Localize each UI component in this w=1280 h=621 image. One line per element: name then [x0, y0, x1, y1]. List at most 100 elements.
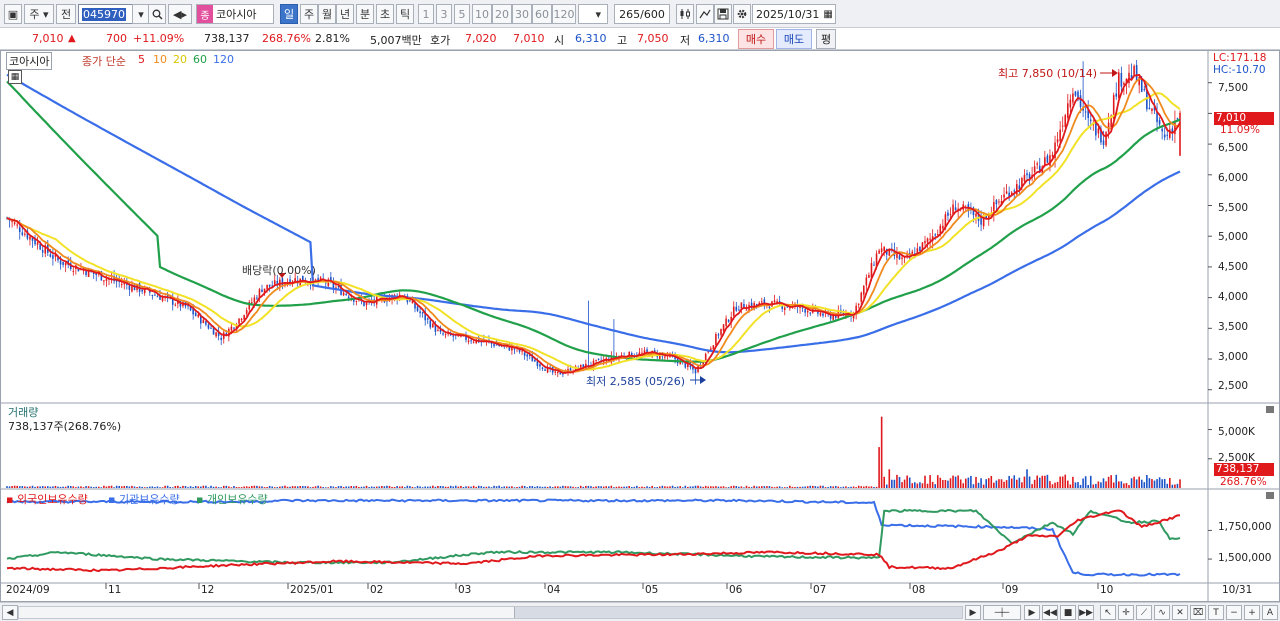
volume-bar [240, 487, 243, 488]
volume-bar [409, 486, 411, 488]
eraser-icon[interactable]: ✕ [1172, 605, 1188, 620]
delete-icon[interactable]: ⌧ [1190, 605, 1206, 620]
trend-line-icon[interactable]: ⟋ [1136, 605, 1152, 620]
x-tick: 09 [1005, 584, 1019, 596]
volume-bar [1148, 478, 1151, 488]
period-second-button[interactable]: 초 [376, 4, 394, 24]
period-tick-button[interactable]: 틱 [396, 4, 414, 24]
prev-button[interactable]: 전 [56, 4, 76, 24]
period-type-select[interactable]: 주 ▾ [24, 4, 54, 24]
volume-bar [809, 485, 812, 488]
period-yearly-button[interactable]: 년 [336, 4, 354, 24]
interval-5-button[interactable]: 5 [454, 4, 470, 24]
period-weekly-button[interactable]: 주 [300, 4, 318, 24]
volume-bar [903, 479, 906, 488]
volume-bar [360, 486, 363, 488]
volume-bar [1166, 483, 1169, 488]
interval-120-button[interactable]: 120 [552, 4, 576, 24]
volume-bar [299, 485, 302, 488]
calendar-icon[interactable]: ▦ [823, 9, 832, 20]
volume-bar [322, 487, 324, 488]
save-icon[interactable] [714, 4, 732, 24]
speaker-icon[interactable]: ◀▸ [168, 4, 192, 24]
scroll-left-button[interactable]: ◀ [2, 605, 18, 620]
stock-name-field[interactable]: 종 코아시아 [196, 4, 274, 24]
scroll-thumb[interactable] [514, 607, 962, 618]
fast-forward-icon[interactable]: ▶▶ [1078, 605, 1094, 620]
volume-bar [679, 486, 681, 488]
zoom-in-icon[interactable]: + [1244, 605, 1260, 620]
volume-bar [1084, 476, 1087, 488]
candle-body [1166, 134, 1169, 136]
candle-type-icon[interactable] [676, 4, 694, 24]
settings-gear-icon[interactable] [733, 4, 751, 24]
search-icon[interactable] [148, 4, 166, 24]
volume-bar [681, 487, 684, 488]
interval-30-button[interactable]: 30 [512, 4, 532, 24]
interval-dropdown[interactable]: ▾ [578, 4, 608, 24]
volume-bar [123, 485, 126, 488]
candle-body [725, 318, 727, 326]
period-daily-button[interactable]: 일 [280, 4, 298, 24]
interval-60-button[interactable]: 60 [532, 4, 552, 24]
crosshair-icon[interactable]: ✛ [1118, 605, 1134, 620]
text-tool-icon[interactable]: T [1208, 605, 1224, 620]
cursor-icon[interactable]: ↖ [1100, 605, 1116, 620]
buy-button[interactable]: 매수 [738, 29, 774, 49]
price-tick: 5,000 [1218, 231, 1249, 243]
data-count-field[interactable]: 265/600 [614, 4, 670, 24]
volume-bar [962, 483, 965, 488]
data-count-max: /600 [640, 7, 665, 21]
chart-toolbar: ▣ 주 ▾ 전 045970 ▾ ◀▸ 종 코아시아 일 주 월 년 분 초 틱… [0, 0, 1280, 28]
draw-tool-icon[interactable] [696, 4, 714, 24]
volume-bar [676, 486, 679, 488]
candle-body [1036, 163, 1038, 165]
date-field[interactable]: 2025/10/31 ▦ [752, 4, 836, 24]
grid-toggle-icon[interactable]: ▦ [8, 70, 22, 84]
interval-1-button[interactable]: 1 [418, 4, 434, 24]
chart-area[interactable]: 코아시아 종가 단순 5 10 20 60 120 ▦ 최고 7,850 (10… [0, 50, 1280, 602]
volume-bar [778, 486, 781, 488]
interval-3-button[interactable]: 3 [436, 4, 452, 24]
rewind-icon[interactable]: ◀◀ [1042, 605, 1058, 620]
font-size-icon[interactable]: A [1262, 605, 1278, 620]
scroll-right-button[interactable]: ▶ [965, 605, 981, 620]
ma20-line [6, 92, 1181, 371]
zoom-out-icon[interactable]: − [1226, 605, 1242, 620]
sell-button[interactable]: 매도 [776, 29, 812, 49]
interval-10-button[interactable]: 10 [472, 4, 492, 24]
volume-bar [806, 486, 809, 488]
date-value: 2025/10/31 [756, 7, 820, 21]
volume-bar [523, 485, 526, 488]
wave-tool-icon[interactable]: ∿ [1154, 605, 1170, 620]
volume-bar [296, 486, 299, 488]
volume-bar [222, 485, 225, 488]
period-monthly-button[interactable]: 월 [318, 4, 336, 24]
volume-bar [503, 486, 506, 488]
play-forward-icon[interactable]: ▶ [1024, 605, 1040, 620]
candle-body [59, 260, 62, 265]
candle-body [202, 319, 205, 323]
candle-body [727, 319, 730, 322]
volume-bar [21, 486, 24, 488]
period-minute-button[interactable]: 분 [356, 4, 374, 24]
window-icon[interactable]: ▣ [4, 4, 22, 24]
evaluate-button[interactable]: 평 [816, 29, 836, 49]
candle-body [1061, 125, 1064, 127]
zoom-slider[interactable]: ─┼─ [983, 605, 1021, 620]
scroll-track[interactable] [18, 606, 963, 619]
candle-body [717, 334, 720, 336]
volume-bar [365, 485, 368, 488]
interval-20-button[interactable]: 20 [492, 4, 512, 24]
candle-body [557, 371, 559, 374]
x-tick: 11 [108, 584, 122, 596]
volume-bar [189, 486, 192, 488]
chart-canvas[interactable] [0, 50, 1280, 602]
volume-bar [977, 482, 980, 488]
volume-bar [880, 416, 883, 488]
candle-body [664, 356, 666, 358]
volume-bar [875, 486, 878, 488]
volume-bar [995, 480, 998, 488]
stop-icon[interactable]: ■ [1060, 605, 1076, 620]
candle-body [761, 301, 763, 303]
